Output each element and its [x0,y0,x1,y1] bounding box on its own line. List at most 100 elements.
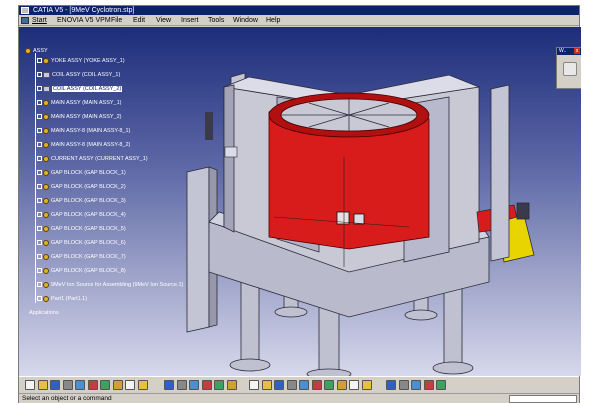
gear-icon [43,225,49,232]
menu-enovia[interactable]: ENOVIA V5 VPM [57,15,111,26]
floating-toolbar[interactable]: W.. x [556,47,581,89]
gear-icon [43,155,49,162]
gear-icon [43,197,49,204]
zoom-in-icon[interactable] [286,380,297,390]
workbench-icon[interactable] [563,62,577,76]
open-icon[interactable] [37,380,48,390]
menu-tools[interactable]: Tools [208,15,224,26]
cut-icon[interactable] [75,380,85,390]
menu-edit[interactable]: Edit [133,15,145,26]
expand-icon[interactable] [37,212,42,218]
gear-icon [43,267,49,274]
expand-icon[interactable] [37,114,42,120]
expand-icon[interactable] [37,72,42,78]
expand-icon[interactable] [37,170,42,176]
tree-item-selected[interactable]: COIL ASSY (COIL ASSY_2) [37,85,123,94]
menu-help[interactable]: Help [266,15,280,26]
snap-icon[interactable] [411,380,421,390]
comment-icon[interactable] [176,380,187,390]
whats-this-icon[interactable] [137,380,148,390]
tree-item[interactable]: GAP BLOCK (GAP BLOCK_7) [37,253,126,262]
menu-bar: Start ENOVIA V5 VPM File Edit View Inser… [19,15,579,26]
paste-icon[interactable] [100,380,110,390]
gear-icon [43,141,49,148]
select-icon[interactable] [398,380,409,390]
render-icon[interactable] [386,380,396,390]
menu-file[interactable]: File [111,15,122,26]
gear-icon [43,253,49,260]
shading-icon[interactable] [336,380,347,390]
status-text: Select an object or a command [22,395,112,402]
tree-applications[interactable]: Applications [29,309,59,318]
tree-item[interactable]: GAP BLOCK (GAP BLOCK_4) [37,211,126,220]
menu-insert[interactable]: Insert [181,15,199,26]
expand-icon[interactable] [37,184,42,190]
expand-icon[interactable] [37,156,42,162]
tree-item[interactable]: GAP BLOCK (GAP BLOCK_6) [37,239,126,248]
tree-item[interactable]: COIL ASSY (COIL ASSY_1) [37,71,120,80]
rotate-icon[interactable] [274,380,284,390]
tree-item[interactable]: MAIN ASSY-8 (MAIN ASSY-8_2) [37,141,130,150]
part-icon [43,85,50,92]
fit-all-icon[interactable] [249,380,259,390]
tree-item[interactable]: YOKE ASSY (YOKE ASSY_1) [37,57,125,66]
redo-icon[interactable] [125,380,135,390]
undo-icon[interactable] [112,380,123,390]
print-icon[interactable] [62,380,73,390]
table-icon[interactable] [189,380,199,390]
gear-icon [43,169,49,176]
menu-view[interactable]: View [156,15,171,26]
copy-icon[interactable] [87,380,98,390]
expand-icon[interactable] [37,142,42,148]
tree-item[interactable]: Part1 (Part1.1) [37,295,87,304]
measure-icon[interactable] [214,380,224,390]
menu-start[interactable]: Start [32,15,47,26]
tree-item[interactable]: GAP BLOCK (GAP BLOCK_1) [37,169,126,178]
expand-icon[interactable] [37,198,42,204]
expand-icon[interactable] [37,240,42,246]
leg-foot [404,309,438,321]
tree-item[interactable]: MAIN ASSY-8 (MAIN ASSY-8_1) [37,127,130,136]
formula-icon[interactable] [164,380,174,390]
tree-root[interactable]: ASSY [25,47,48,56]
hide-show-icon[interactable] [349,380,359,390]
expand-icon[interactable] [37,254,42,260]
status-bar: Select an object or a command [19,393,579,403]
swap-visible-icon[interactable] [361,380,372,390]
tree-item[interactable]: GAP BLOCK (GAP BLOCK_5) [37,225,126,234]
save-icon[interactable] [50,380,60,390]
gear-icon [43,281,49,288]
expand-icon[interactable] [37,100,42,106]
tree-item[interactable]: MAIN ASSY (MAIN ASSY_1) [37,99,122,108]
grid-icon[interactable] [423,380,434,390]
expand-icon[interactable] [37,268,42,274]
iso-view-icon[interactable] [324,380,334,390]
expand-icon[interactable] [37,226,42,232]
right-column [490,84,510,262]
expand-icon[interactable] [37,282,42,288]
left-column [186,166,210,333]
catalog-icon[interactable] [226,380,237,390]
tree-item[interactable]: 9MeV Ion Source for Assembling (9MeV Ion… [37,281,183,290]
expand-icon[interactable] [37,128,42,134]
expand-icon[interactable] [37,58,42,64]
command-input[interactable] [509,395,577,403]
new-icon[interactable] [25,380,35,390]
misc-icon[interactable] [436,380,446,390]
tree-item[interactable]: CURRENT ASSY (CURRENT ASSY_1) [37,155,148,164]
close-icon[interactable]: x [574,48,580,54]
expand-icon[interactable] [37,296,42,302]
tree-item[interactable]: GAP BLOCK (GAP BLOCK_2) [37,183,126,192]
bolt-stack [205,112,213,140]
expand-icon[interactable] [37,86,42,92]
3d-viewport[interactable]: ASSY YOKE ASSY (YOKE ASSY_1) COIL ASSY (… [19,27,581,376]
tree-item[interactable]: MAIN ASSY (MAIN ASSY_2) [37,113,122,122]
tree-item[interactable]: GAP BLOCK (GAP BLOCK_8) [37,267,126,276]
gear-icon [43,211,49,218]
zoom-out-icon[interactable] [299,380,309,390]
pan-icon[interactable] [261,380,272,390]
menu-window[interactable]: Window [233,15,258,26]
normal-view-icon[interactable] [311,380,322,390]
tree-item[interactable]: GAP BLOCK (GAP BLOCK_3) [37,197,126,206]
tree-icon[interactable] [201,380,212,390]
